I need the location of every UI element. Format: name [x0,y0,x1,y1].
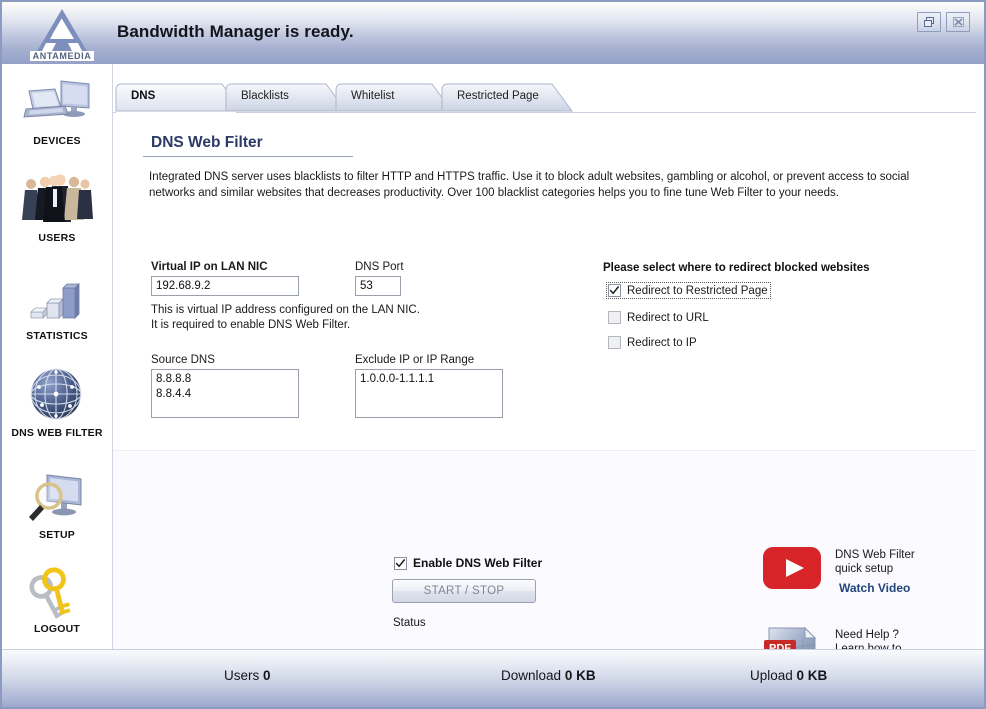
exclude-ip-label: Exclude IP or IP Range [355,354,475,366]
page-description: Integrated DNS server uses blacklists to… [149,171,910,199]
tab-whitelist[interactable]: Whitelist [335,83,453,112]
help-video-block [763,547,821,594]
window-title: Bandwidth Manager is ready. [117,22,354,41]
globe-icon [2,364,112,426]
status-bar: Users 0 Download 0 KB Upload 0 KB [2,649,984,707]
tab-active-connector [116,112,236,114]
status-upload-value: 0 KB [796,668,828,683]
tab-restricted-page[interactable]: Restricted Page [441,83,573,112]
keys-icon [2,560,112,622]
users-icon [2,169,112,231]
checkbox-label: Redirect to URL [627,311,709,324]
sidebar: DEVICES USERS STATISTICS DNS WEB FILTER … [2,64,113,649]
dns-port-input[interactable]: 53 [355,276,401,296]
checkbox-box [608,336,621,349]
sidebar-item-devices[interactable]: DEVICES [2,72,112,147]
sidebar-item-setup[interactable]: SETUP [2,466,112,541]
checkmark-icon [395,558,406,567]
sidebar-item-label: STATISTICS [26,330,88,342]
tab-label: Whitelist [351,90,395,102]
exclude-ip-input[interactable]: 1.0.0.0-1.1.1.1 [355,369,503,418]
checkbox-redirect-to-restricted-page[interactable]: Redirect to Restricted Page [606,282,771,299]
svg-text:ANTAMEDIA: ANTAMEDIA [33,51,92,61]
tab-strip: DNS Blacklists Whitelist Restricted Page [113,83,976,113]
restore-button[interactable] [917,12,941,32]
checkbox-box [608,284,621,297]
checkbox-redirect-to-ip[interactable]: Redirect to IP [608,336,697,349]
sidebar-item-label: DEVICES [33,135,81,147]
status-label: Status [393,617,426,629]
checkbox-box [608,311,621,324]
help-video-line-2: quick setup [835,563,894,575]
sidebar-item-dns-web-filter[interactable]: DNS WEB FILTER [2,364,112,439]
tab-label: DNS [131,90,156,102]
source-dns-label: Source DNS [151,354,215,366]
help-video-line-1: DNS Web Filter [835,549,915,561]
virtual-ip-label: Virtual IP on LAN NIC [151,261,268,273]
window-controls [917,12,970,32]
status-users-label: Users [224,668,260,683]
status-download-label: Download [501,668,562,683]
checkmark-icon [609,286,620,295]
status-download-value: 0 KB [564,668,596,683]
sidebar-item-label: LOGOUT [33,623,81,635]
tab-label: Restricted Page [457,90,539,102]
virtual-ip-help-line-1: This is virtual IP address configured on… [151,304,420,316]
tab-underline [113,112,976,113]
checkbox-redirect-to-url[interactable]: Redirect to URL [608,311,709,324]
status-upload-label: Upload [750,668,793,683]
dns-port-label: DNS Port [355,261,404,273]
tab-label: Blacklists [241,90,289,102]
lower-panel: Enable DNS Web Filter START / STOP Statu… [113,451,976,687]
close-icon [952,17,964,27]
page-title-rule [143,156,353,157]
sidebar-item-label: DNS WEB FILTER [11,427,103,439]
youtube-play-icon [763,547,821,589]
checkbox-enable-dns-web-filter[interactable]: Enable DNS Web Filter [394,556,542,570]
checkbox-label: Redirect to IP [627,336,697,349]
virtual-ip-help-line-2: It is required to enable DNS Web Filter. [151,319,351,331]
status-download: Download 0 KB [501,668,596,683]
sidebar-item-users[interactable]: USERS [2,169,112,244]
status-users: Users 0 [224,668,271,683]
tab-blacklists[interactable]: Blacklists [225,83,347,112]
watch-video-link[interactable]: Watch Video [839,581,910,595]
start-stop-button[interactable]: START / STOP [392,579,536,603]
virtual-ip-input[interactable]: 192.68.9.2 [151,276,299,296]
restore-icon [923,17,934,27]
status-users-value: 0 [263,668,271,683]
checkbox-label: Redirect to Restricted Page [627,284,768,297]
title-bar: ANTAMEDIA Bandwidth Manager is ready. [2,2,984,64]
antamedia-logo: ANTAMEDIA [22,5,102,63]
main-content: DNS Blacklists Whitelist Restricted Page… [113,64,976,687]
source-dns-input[interactable]: 8.8.8.8 8.8.4.4 [151,369,299,418]
sidebar-item-label: USERS [38,232,76,244]
devices-icon [2,72,112,134]
sidebar-item-logout[interactable]: LOGOUT [2,560,112,635]
application-window: ANTAMEDIA Bandwidth Manager is ready. DE… [0,0,986,709]
close-button[interactable] [946,12,970,32]
setup-icon [2,466,112,528]
status-upload: Upload 0 KB [750,668,827,683]
statistics-icon [2,267,112,329]
page-title: DNS Web Filter [151,134,263,151]
checkbox-label: Enable DNS Web Filter [413,556,543,570]
sidebar-item-statistics[interactable]: STATISTICS [2,267,112,342]
help-guide-line-1: Need Help ? [835,629,899,641]
checkbox-box [394,556,407,570]
tab-dns[interactable]: DNS [115,83,243,112]
sidebar-item-label: SETUP [38,529,75,541]
redirect-section-title: Please select where to redirect blocked … [603,262,870,274]
